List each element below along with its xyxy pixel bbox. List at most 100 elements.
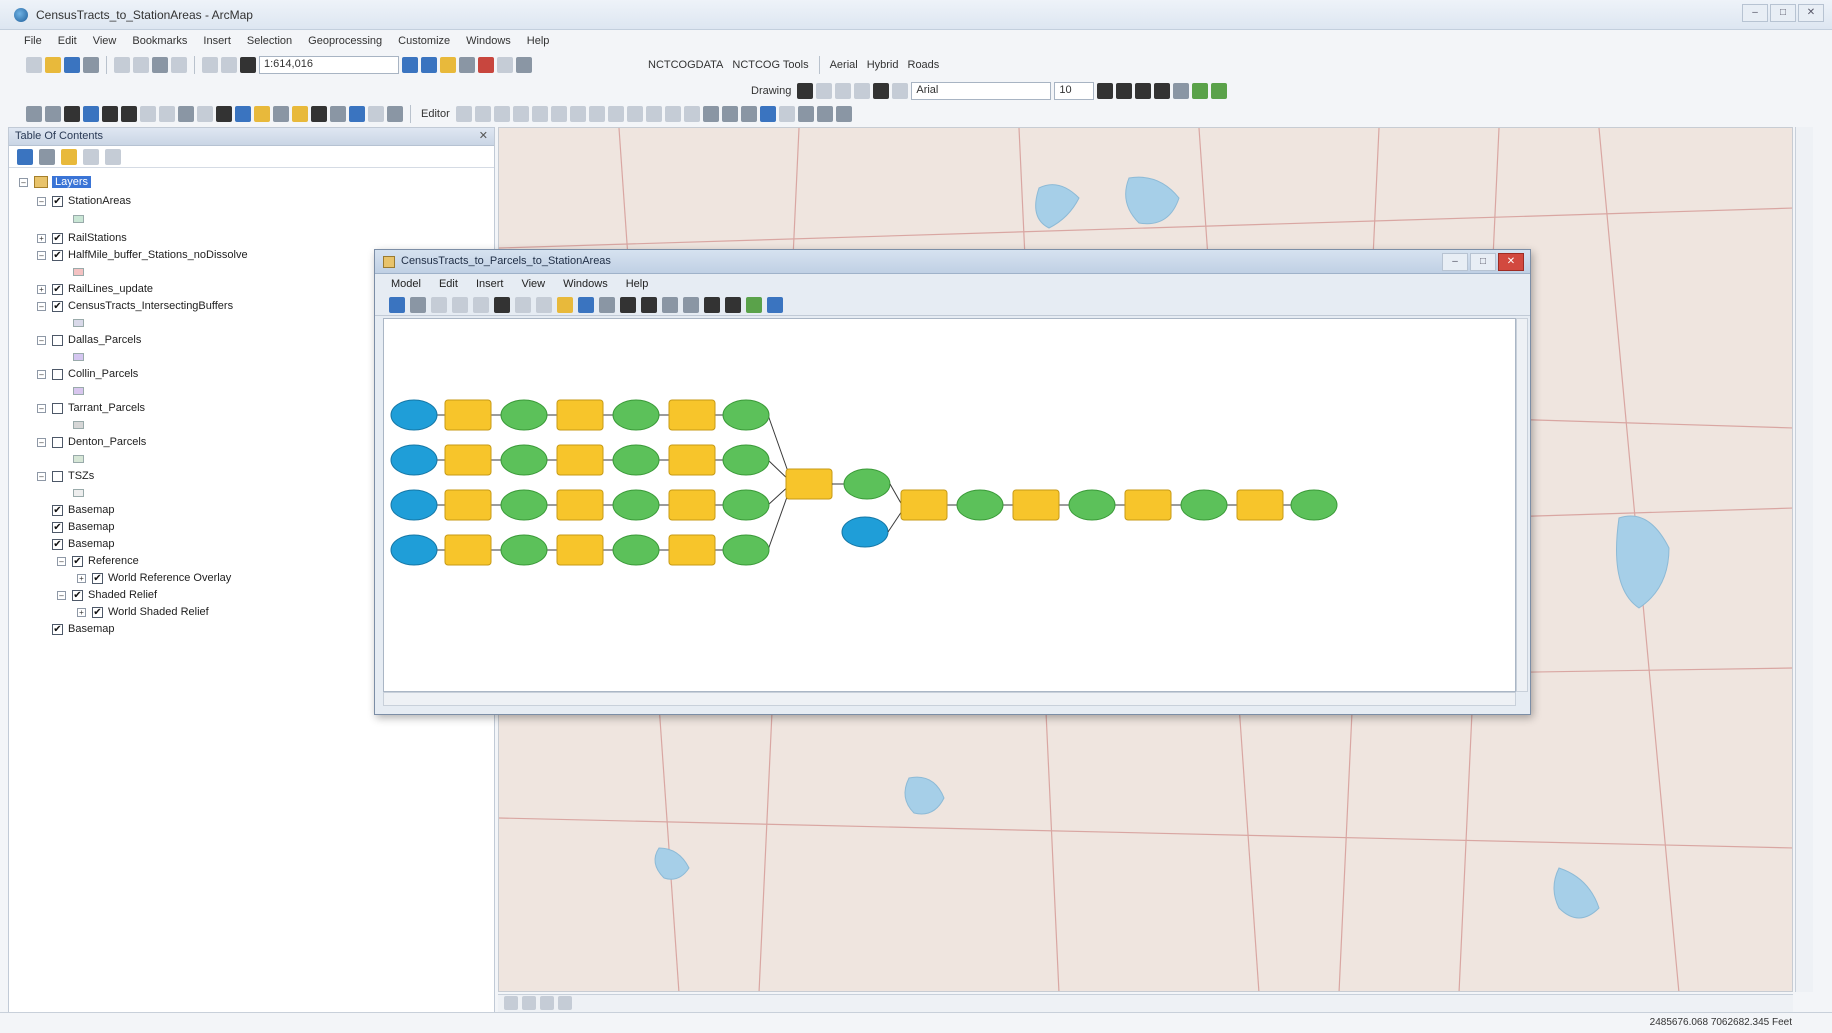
toc-layer-row[interactable]: +✔Basemap bbox=[37, 519, 114, 535]
model-derived-data[interactable] bbox=[956, 489, 1004, 521]
select-elements-icon[interactable] bbox=[797, 83, 814, 99]
toc-layer-row[interactable]: +✔Basemap bbox=[37, 536, 114, 552]
zoom-out-icon[interactable] bbox=[45, 106, 61, 122]
model-tool[interactable] bbox=[668, 534, 716, 566]
layer-visibility-checkbox[interactable]: ✔ bbox=[52, 300, 63, 312]
mb-menu-edit[interactable]: Edit bbox=[439, 278, 458, 290]
mb-cut-icon[interactable] bbox=[431, 296, 447, 313]
undo-icon[interactable] bbox=[202, 57, 218, 73]
mb-validate-icon[interactable] bbox=[746, 296, 762, 313]
rotate-icon[interactable] bbox=[816, 83, 833, 99]
layer-name[interactable]: Denton_Parcels bbox=[68, 436, 146, 448]
layer-name[interactable]: RailStations bbox=[68, 232, 127, 244]
flicker-icon[interactable] bbox=[816, 106, 833, 122]
edit-annotation-icon[interactable] bbox=[474, 106, 491, 122]
model-tool[interactable] bbox=[556, 444, 604, 476]
toc-layer-row[interactable]: – TSZs bbox=[37, 468, 94, 484]
mb-menu-help[interactable]: Help bbox=[626, 278, 649, 290]
fill-color-icon[interactable] bbox=[1173, 83, 1190, 99]
edit-vertices-tool-icon[interactable] bbox=[569, 106, 586, 122]
menu-bookmarks[interactable]: Bookmarks bbox=[132, 35, 187, 47]
model-derived-data[interactable] bbox=[722, 489, 770, 521]
italic-icon[interactable] bbox=[1116, 83, 1133, 99]
font-color-icon[interactable] bbox=[1154, 83, 1171, 99]
mb-menu-windows[interactable]: Windows bbox=[563, 278, 608, 290]
model-derived-data[interactable] bbox=[1068, 489, 1116, 521]
maximize-button[interactable]: □ bbox=[1770, 4, 1796, 22]
reshape-icon[interactable] bbox=[588, 106, 605, 122]
basemap-hybrid-button[interactable]: Hybrid bbox=[864, 59, 902, 71]
mb-redo-icon[interactable] bbox=[536, 296, 552, 313]
expand-icon[interactable]: – bbox=[37, 335, 46, 345]
layer-name[interactable]: StationAreas bbox=[68, 195, 131, 207]
underline-icon[interactable] bbox=[1135, 83, 1152, 99]
model-tool[interactable] bbox=[668, 489, 716, 521]
select-features-icon[interactable] bbox=[178, 106, 194, 122]
menu-edit[interactable]: Edit bbox=[58, 35, 77, 47]
layer-visibility-checkbox[interactable]: ✔ bbox=[92, 606, 103, 618]
measure-icon[interactable] bbox=[292, 106, 308, 122]
endpoint-arc-icon[interactable] bbox=[512, 106, 529, 122]
toc-layer-row[interactable]: – ✔ HalfMile_buffer_Stations_noDissolve bbox=[37, 247, 248, 263]
toc-layer-row[interactable]: – ✔ StationAreas bbox=[37, 193, 131, 209]
mb-paste-icon[interactable] bbox=[473, 296, 489, 313]
layer-visibility-checkbox[interactable]: ✔ bbox=[52, 623, 63, 635]
model-tool[interactable] bbox=[444, 444, 492, 476]
expand-icon[interactable]: – bbox=[57, 590, 66, 600]
model-derived-data[interactable] bbox=[500, 399, 548, 431]
expand-icon[interactable]: – bbox=[37, 437, 46, 447]
menu-view[interactable]: View bbox=[93, 35, 117, 47]
expand-icon[interactable]: – bbox=[57, 556, 66, 566]
list-by-drawing-order-icon[interactable] bbox=[17, 149, 33, 165]
expand-icon[interactable]: – bbox=[37, 471, 46, 481]
layer-symbol-swatch[interactable] bbox=[73, 421, 84, 429]
menu-geoprocessing[interactable]: Geoprocessing bbox=[308, 35, 382, 47]
model-connector[interactable] bbox=[889, 483, 903, 506]
open-icon[interactable] bbox=[45, 57, 61, 73]
model-vertical-scrollbar[interactable] bbox=[1516, 318, 1528, 692]
layer-name[interactable]: Collin_Parcels bbox=[68, 368, 138, 380]
effects-icon[interactable] bbox=[778, 106, 795, 122]
time-slider-icon[interactable] bbox=[368, 106, 384, 122]
zoom-in-icon[interactable] bbox=[26, 106, 42, 122]
expand-icon[interactable]: + bbox=[37, 233, 46, 243]
model-tool[interactable] bbox=[444, 489, 492, 521]
mb-undo-icon[interactable] bbox=[515, 296, 531, 313]
layer-name[interactable]: Basemap bbox=[68, 504, 114, 516]
toc-layer-row[interactable]: +✔Basemap bbox=[37, 502, 114, 518]
delete-icon[interactable] bbox=[171, 57, 187, 73]
expand-icon[interactable]: + bbox=[37, 284, 46, 294]
save-icon[interactable] bbox=[64, 57, 80, 73]
goto-xy-icon[interactable] bbox=[349, 106, 365, 122]
model-tool[interactable] bbox=[1124, 489, 1172, 521]
font-name-combo[interactable]: Arial bbox=[911, 82, 1052, 100]
expand-icon[interactable]: – bbox=[37, 403, 46, 413]
toc-layer-row[interactable]: – Denton_Parcels bbox=[37, 434, 146, 450]
text-icon[interactable] bbox=[873, 83, 890, 99]
model-derived-data[interactable] bbox=[612, 444, 660, 476]
layer-name[interactable]: Basemap bbox=[68, 538, 114, 550]
copy-icon[interactable] bbox=[133, 57, 149, 73]
pause-drawing-icon[interactable] bbox=[558, 996, 572, 1010]
layer-visibility-checkbox[interactable] bbox=[52, 436, 63, 448]
layer-visibility-checkbox[interactable]: ✔ bbox=[52, 521, 63, 533]
layer-visibility-checkbox[interactable]: ✔ bbox=[52, 195, 63, 207]
refresh-view-icon[interactable] bbox=[540, 996, 554, 1010]
model-tool[interactable] bbox=[556, 399, 604, 431]
nctcog-tools-menu[interactable]: NCTCOG Tools bbox=[729, 59, 811, 71]
editor-menu[interactable]: Editor bbox=[418, 108, 453, 120]
rectangle-icon[interactable] bbox=[854, 83, 871, 99]
model-tool[interactable] bbox=[1236, 489, 1284, 521]
model-derived-data[interactable] bbox=[1180, 489, 1228, 521]
model-input-data[interactable] bbox=[390, 444, 438, 476]
menu-file[interactable]: File bbox=[24, 35, 42, 47]
arctoolbox-icon[interactable] bbox=[478, 57, 494, 73]
model-tool[interactable] bbox=[900, 489, 948, 521]
layer-name[interactable]: TSZs bbox=[68, 470, 94, 482]
mb-zoom-in-icon[interactable] bbox=[662, 296, 678, 313]
redo-icon[interactable] bbox=[221, 57, 237, 73]
back-extent-icon[interactable] bbox=[140, 106, 156, 122]
fixed-zoom-in-icon[interactable] bbox=[102, 106, 118, 122]
collapse-icon[interactable]: – bbox=[19, 177, 28, 187]
marker-color-icon[interactable] bbox=[1211, 83, 1228, 99]
